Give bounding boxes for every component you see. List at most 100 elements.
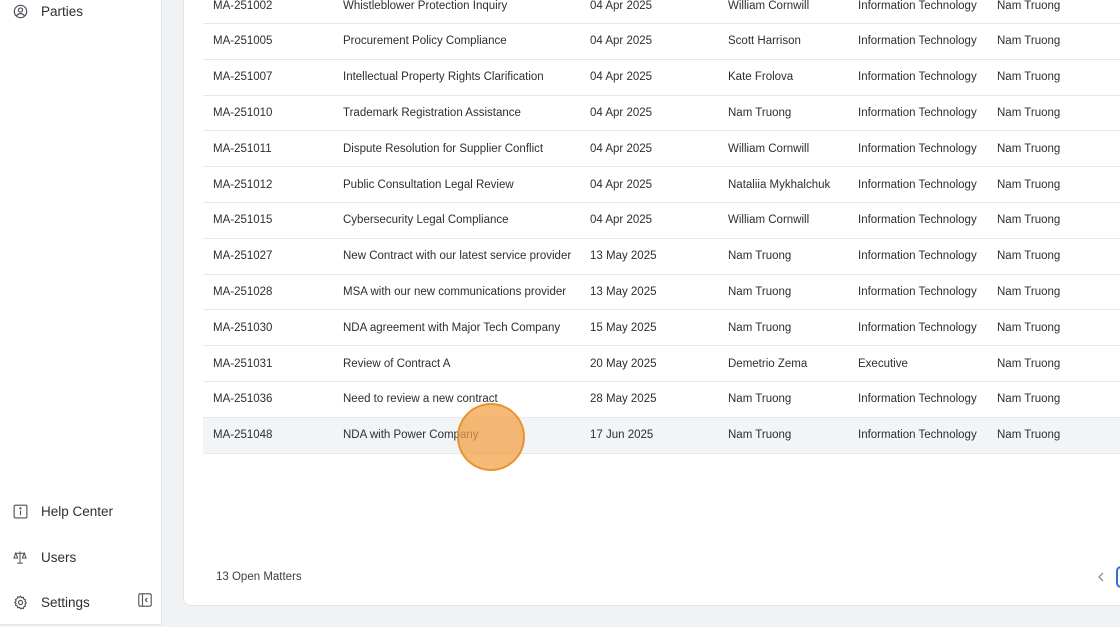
matter-title: Review of Contract A	[343, 357, 451, 370]
matter-title: Cybersecurity Legal Compliance	[343, 214, 509, 227]
table-row[interactable]: MA-251015 Cybersecurity Legal Compliance 0…	[203, 203, 1120, 239]
matter-title: Public Consultation Legal Review	[343, 178, 514, 191]
matter-date: 04 Apr 2025	[590, 0, 653, 12]
matter-owner: William Cornwill	[728, 214, 810, 227]
sidebar-collapse-button[interactable]	[137, 593, 152, 610]
chevron-left-icon	[1097, 569, 1105, 587]
matter-id: MA-251007	[213, 71, 273, 84]
matter-date: 28 May 2025	[590, 393, 657, 406]
matter-department: Information Technology	[858, 429, 977, 442]
sidebar-item-parties[interactable]: Parties	[12, 0, 83, 22]
matter-date: 04 Apr 2025	[590, 142, 653, 155]
matter-department: Information Technology	[858, 250, 977, 263]
matter-id: MA-251036	[213, 393, 273, 406]
sidebar-item-label: Help Center	[41, 503, 114, 519]
open-matters-count: 13 Open Matters	[216, 571, 302, 583]
table-row[interactable]: MA-251030 NDA agreement with Major Tech C…	[203, 310, 1120, 347]
matter-owner: Nam Truong	[728, 393, 792, 406]
matter-owner: Nam Truong	[728, 429, 792, 442]
matter-owner: Nam Truong	[728, 250, 792, 263]
user-circle-icon	[12, 3, 28, 19]
matter-id: MA-251002	[213, 0, 273, 12]
matter-title: Dispute Resolution for Supplier Conflict	[343, 142, 544, 155]
pagination-current-page[interactable]	[1116, 566, 1120, 588]
matter-title: Procurement Policy Compliance	[343, 35, 507, 48]
matter-assignee: Nam Truong	[997, 321, 1061, 334]
matter-date: 04 Apr 2025	[590, 71, 653, 84]
matter-id: MA-251005	[213, 35, 273, 48]
table-row[interactable]: MA-251007 Intellectual Property Rights Cl…	[203, 60, 1120, 96]
matter-assignee: Nam Truong	[997, 250, 1061, 263]
matter-date: 20 May 2025	[590, 357, 657, 370]
table-row[interactable]: MA-251031 Review of Contract A 20 May 2025…	[203, 346, 1120, 382]
sidebar-item-label: Settings	[41, 594, 90, 610]
matter-department: Information Technology	[858, 214, 977, 227]
matter-id: MA-251028	[213, 285, 273, 298]
sidebar-item-help-center[interactable]: Help Center	[12, 500, 113, 522]
matter-assignee: Nam Truong	[997, 429, 1061, 442]
matter-title: Need to review a new contract	[343, 393, 498, 406]
matter-title: MSA with our new communications provider	[343, 285, 567, 298]
table-row[interactable]: MA-251028 MSA with our new communications…	[203, 275, 1120, 311]
matter-assignee: Nam Truong	[997, 357, 1061, 370]
pagination-prev-button[interactable]	[1094, 569, 1108, 587]
table-row[interactable]: MA-251012 Public Consultation Legal Revie…	[203, 167, 1120, 203]
matter-date: 04 Apr 2025	[590, 35, 653, 48]
matter-owner: Scott Harrison	[728, 35, 801, 48]
table-row[interactable]: MA-251036 Need to review a new contract 28…	[203, 382, 1120, 418]
matter-date: 15 May 2025	[590, 321, 657, 334]
matter-title: NDA with Power Company	[343, 429, 479, 442]
table-row[interactable]: MA-251010 Trademark Registration Assistan…	[203, 96, 1120, 132]
matter-department: Information Technology	[858, 142, 977, 155]
table-row[interactable]: MA-251005 Procurement Policy Compliance 04…	[203, 24, 1120, 60]
sidebar-item-label: Users	[41, 549, 77, 565]
matter-owner: Nam Truong	[728, 106, 792, 119]
matter-date: 13 May 2025	[590, 250, 657, 263]
table-row[interactable]: MA-251048 NDA with Power Company 17 Jun 20…	[203, 417, 1120, 454]
matter-title: Trademark Registration Assistance	[343, 106, 521, 119]
matter-department: Information Technology	[858, 71, 977, 84]
matter-id: MA-251048	[213, 429, 273, 442]
matter-owner: Demetrio Zema	[728, 357, 808, 370]
sidebar-item-label: Parties	[41, 3, 84, 19]
matter-id: MA-251030	[213, 321, 273, 334]
table-row[interactable]: MA-251002 Whistleblower Protection Inquir…	[203, 0, 1120, 24]
matter-assignee: Nam Truong	[997, 214, 1061, 227]
matters-table: MA-251002 Whistleblower Protection Inquir…	[203, 0, 1120, 454]
matter-assignee: Nam Truong	[997, 71, 1061, 84]
matter-assignee: Nam Truong	[997, 178, 1061, 191]
matter-date: 04 Apr 2025	[590, 178, 653, 191]
info-icon	[12, 503, 28, 519]
matter-title: Whistleblower Protection Inquiry	[343, 0, 508, 12]
matter-id: MA-251027	[213, 250, 273, 263]
matter-owner: William Cornwill	[728, 142, 810, 155]
matter-id: MA-251011	[213, 142, 272, 155]
sidebar: Parties Help Center Users Settings	[0, 0, 162, 625]
matter-title: New Contract with our latest service pro…	[343, 250, 572, 263]
matter-department: Information Technology	[858, 393, 977, 406]
matter-id: MA-251015	[213, 214, 273, 227]
matter-assignee: Nam Truong	[997, 0, 1061, 12]
matter-id: MA-251012	[213, 178, 273, 191]
matter-assignee: Nam Truong	[997, 106, 1061, 119]
matter-department: Information Technology	[858, 0, 977, 12]
matter-department: Information Technology	[858, 285, 977, 298]
table-row[interactable]: MA-251011 Dispute Resolution for Supplier…	[203, 131, 1120, 168]
matter-id: MA-251031	[213, 357, 273, 370]
gear-icon	[12, 594, 28, 610]
matter-owner: Nam Truong	[728, 321, 792, 334]
matter-assignee: Nam Truong	[997, 393, 1061, 406]
matter-date: 17 Jun 2025	[590, 429, 654, 442]
matter-owner: Kate Frolova	[728, 71, 794, 84]
matter-date: 04 Apr 2025	[590, 214, 653, 227]
sidebar-item-settings[interactable]: Settings	[12, 591, 90, 613]
matter-department: Information Technology	[858, 106, 977, 119]
app-window: Parties Help Center Users Settings MA-25…	[0, 0, 1120, 627]
matter-assignee: Nam Truong	[997, 35, 1061, 48]
matter-date: 04 Apr 2025	[590, 106, 653, 119]
matter-title: NDA agreement with Major Tech Company	[343, 321, 561, 334]
table-row[interactable]: MA-251027 New Contract with our latest se…	[203, 239, 1120, 275]
matter-department: Information Technology	[858, 35, 977, 48]
sidebar-item-users[interactable]: Users	[12, 546, 76, 568]
matter-assignee: Nam Truong	[997, 285, 1061, 298]
